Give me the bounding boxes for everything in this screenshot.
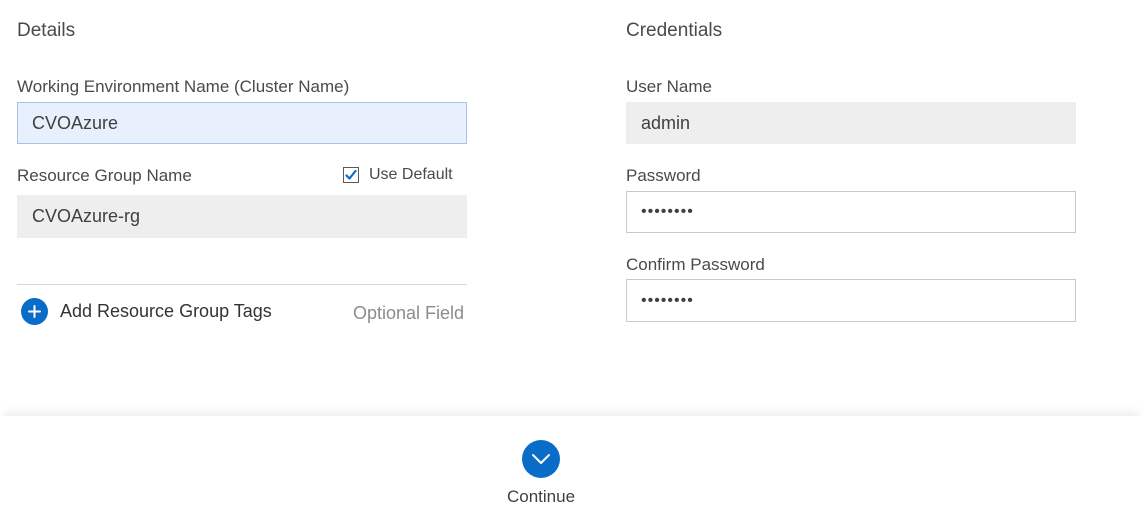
- resource-group-name-input: CVOAzure-rg: [17, 195, 467, 238]
- password-input[interactable]: ••••••••: [626, 191, 1076, 233]
- confirm-password-value: ••••••••: [641, 291, 694, 309]
- checkmark-icon: [345, 169, 357, 180]
- use-default-checkbox-group[interactable]: Use Default: [343, 166, 453, 184]
- user-name-input: admin: [626, 102, 1076, 144]
- add-resource-group-tags-label: Add Resource Group Tags: [60, 301, 272, 321]
- use-default-label: Use Default: [369, 166, 453, 183]
- confirm-password-label: Confirm Password: [626, 255, 765, 274]
- user-name-value: admin: [641, 112, 691, 133]
- chevron-down-icon: [522, 440, 560, 478]
- details-section-title: Details: [17, 20, 76, 41]
- continue-button[interactable]: Continue: [491, 440, 591, 507]
- password-value: ••••••••: [641, 203, 694, 220]
- divider: [17, 284, 467, 285]
- use-default-checkbox[interactable]: [343, 167, 359, 183]
- add-resource-group-tags-button[interactable]: Add Resource Group Tags: [21, 298, 272, 325]
- resource-group-name-value: CVOAzure-rg: [32, 206, 141, 226]
- working-environment-name-label: Working Environment Name (Cluster Name): [17, 77, 350, 96]
- optional-field-label: Optional Field: [353, 303, 465, 323]
- credentials-section-title: Credentials: [626, 20, 723, 41]
- working-environment-name-input[interactable]: CVOAzure: [17, 102, 467, 144]
- password-label: Password: [626, 166, 701, 185]
- plus-circle-icon: [21, 298, 48, 325]
- continue-label: Continue: [506, 487, 576, 506]
- confirm-password-input[interactable]: ••••••••: [626, 279, 1076, 322]
- working-environment-name-value: CVOAzure: [32, 112, 119, 133]
- resource-group-name-label: Resource Group Name: [17, 166, 192, 185]
- user-name-label: User Name: [626, 77, 712, 96]
